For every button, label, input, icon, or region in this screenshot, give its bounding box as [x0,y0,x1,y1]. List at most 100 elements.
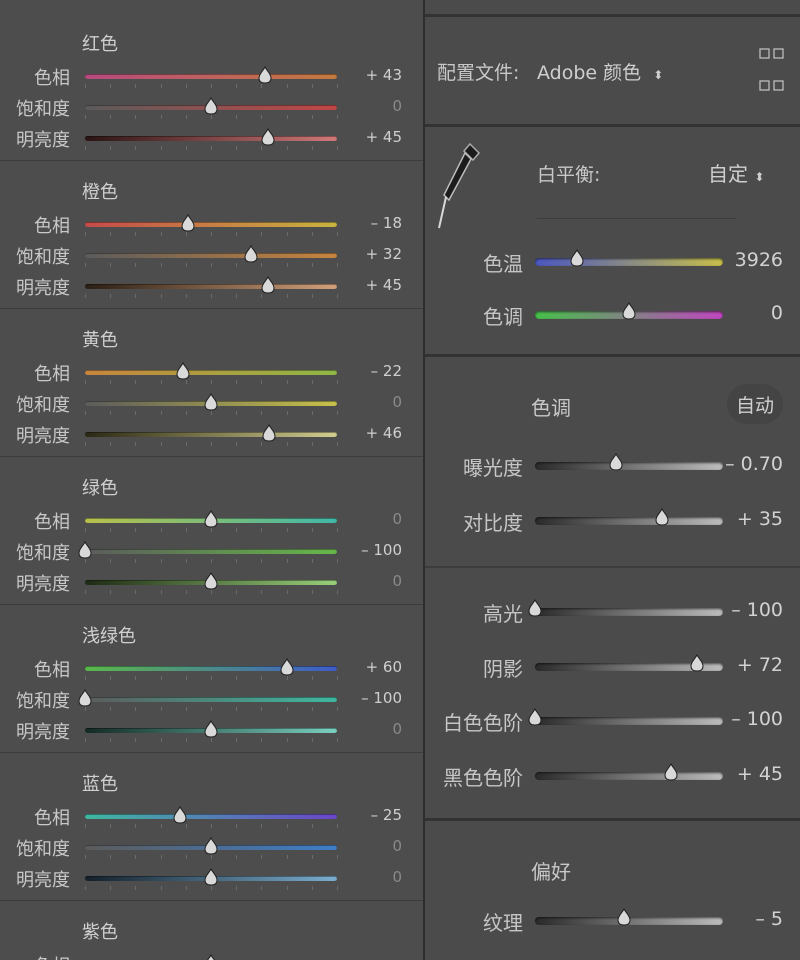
basic-slider-row[interactable]: 色调 0 [425,299,800,331]
tick [236,676,238,680]
slider-track[interactable] [85,432,337,437]
slider-thumb[interactable] [280,657,294,676]
basic-slider-row[interactable]: 纹理 – 5 [425,905,800,937]
slider-thumb[interactable] [258,65,272,84]
slider-label: 饱和度 [16,691,70,712]
hsl-slider-row[interactable]: 色相 [0,952,423,960]
grid-icon[interactable] [759,48,785,91]
eyedropper-icon[interactable] [437,140,483,232]
hsl-slider-row[interactable]: 饱和度 + 32 [0,243,423,269]
hsl-slider-row[interactable]: 色相 0 [0,508,423,534]
slider-track[interactable] [85,253,337,258]
hsl-slider-row[interactable]: 色相 – 25 [0,804,423,830]
basic-slider-row[interactable]: 高光 – 100 [425,596,800,628]
group-divider [0,604,423,605]
tick [135,442,137,446]
slider-track[interactable] [85,697,337,702]
hsl-slider-row[interactable]: 饱和度 0 [0,391,423,417]
slider-track[interactable] [85,549,337,554]
slider-label: 色相 [34,216,70,237]
slider-thumb[interactable] [78,540,92,559]
slider-thumb[interactable] [690,653,704,672]
slider-thumb[interactable] [176,361,190,380]
basic-slider-row[interactable]: 阴影 + 72 [425,651,800,683]
hsl-slider-row[interactable]: 饱和度 – 100 [0,687,423,713]
slider-thumb[interactable] [204,392,218,411]
basic-slider-row[interactable]: 白色色阶 – 100 [425,705,800,737]
slider-track[interactable] [85,370,337,375]
slider-thumb[interactable] [204,953,218,960]
slider-track[interactable] [85,222,337,227]
slider-thumb[interactable] [664,762,678,781]
slider-thumb[interactable] [78,688,92,707]
slider-thumb[interactable] [261,275,275,294]
tick [211,84,212,88]
slider-thumb[interactable] [261,127,275,146]
hsl-slider-row[interactable]: 明亮度 0 [0,866,423,892]
slider-thumb[interactable] [528,598,542,617]
hsl-slider-row[interactable]: 色相 – 18 [0,212,423,238]
slider-track[interactable] [85,284,337,289]
slider-track[interactable] [535,772,723,780]
hsl-slider-row[interactable]: 饱和度 0 [0,95,423,121]
slider-thumb[interactable] [172,805,187,824]
slider-thumb[interactable] [181,213,195,232]
slider-track[interactable] [535,517,723,525]
slider-track[interactable] [85,666,337,671]
tick [286,886,288,890]
tick [185,676,187,680]
tick [211,528,212,532]
tick [261,559,263,563]
hsl-slider-row[interactable]: 色相 + 43 [0,64,423,90]
hsl-slider-row[interactable]: 明亮度 + 46 [0,422,423,448]
tick [311,855,313,859]
tick [110,115,112,119]
slider-label: 饱和度 [16,395,70,416]
hsl-slider-row[interactable]: 明亮度 + 45 [0,126,423,152]
slider-thumb[interactable] [204,867,218,886]
basic-slider-row[interactable]: 色温 3926 [425,246,800,278]
slider-track[interactable] [85,136,337,141]
slider-thumb[interactable] [570,248,584,267]
hsl-slider-row[interactable]: 饱和度 0 [0,835,423,861]
slider-value: – 5 [755,908,783,930]
slider-track[interactable] [535,608,723,616]
basic-slider-row[interactable]: 黑色色阶 + 45 [425,760,800,792]
basic-slider-row[interactable]: 对比度 + 35 [425,505,800,537]
slider-track[interactable] [535,717,723,725]
slider-thumb[interactable] [204,571,218,590]
group-divider [0,900,423,901]
slider-track[interactable] [535,258,723,266]
hsl-slider-row[interactable]: 明亮度 0 [0,570,423,596]
profile-select[interactable]: Adobe 颜色 ⬍ [537,58,663,85]
auto-button[interactable]: 自动 [727,384,783,424]
slider-thumb[interactable] [528,707,542,726]
slider-thumb[interactable] [262,423,276,442]
tick [160,294,162,298]
slider-thumb[interactable] [204,836,218,855]
slider-thumb[interactable] [609,452,623,471]
tick [185,824,187,828]
slider-thumb[interactable] [204,96,218,115]
tick [211,824,212,828]
slider-track[interactable] [85,814,337,819]
slider-thumb[interactable] [617,907,631,926]
tick [135,707,137,711]
hsl-slider-row[interactable]: 明亮度 0 [0,718,423,744]
slider-thumb[interactable] [244,244,258,263]
slider-thumb[interactable] [655,507,669,526]
wb-select[interactable]: 自定 ⬍ [708,158,764,187]
slider-thumb[interactable] [204,509,218,528]
hsl-slider-row[interactable]: 明亮度 + 45 [0,274,423,300]
basic-slider-row[interactable]: 曝光度 – 0.70 [425,450,800,482]
slider-track[interactable] [85,74,337,79]
slider-thumb[interactable] [622,301,636,320]
tick [185,84,187,88]
hsl-slider-row[interactable]: 色相 – 22 [0,360,423,386]
hsl-slider-row[interactable]: 色相 + 60 [0,656,423,682]
tick [160,115,162,119]
hsl-slider-row[interactable]: 饱和度 – 100 [0,539,423,565]
slider-ticks [85,146,338,150]
slider-track[interactable] [535,462,723,470]
slider-thumb[interactable] [204,719,218,738]
